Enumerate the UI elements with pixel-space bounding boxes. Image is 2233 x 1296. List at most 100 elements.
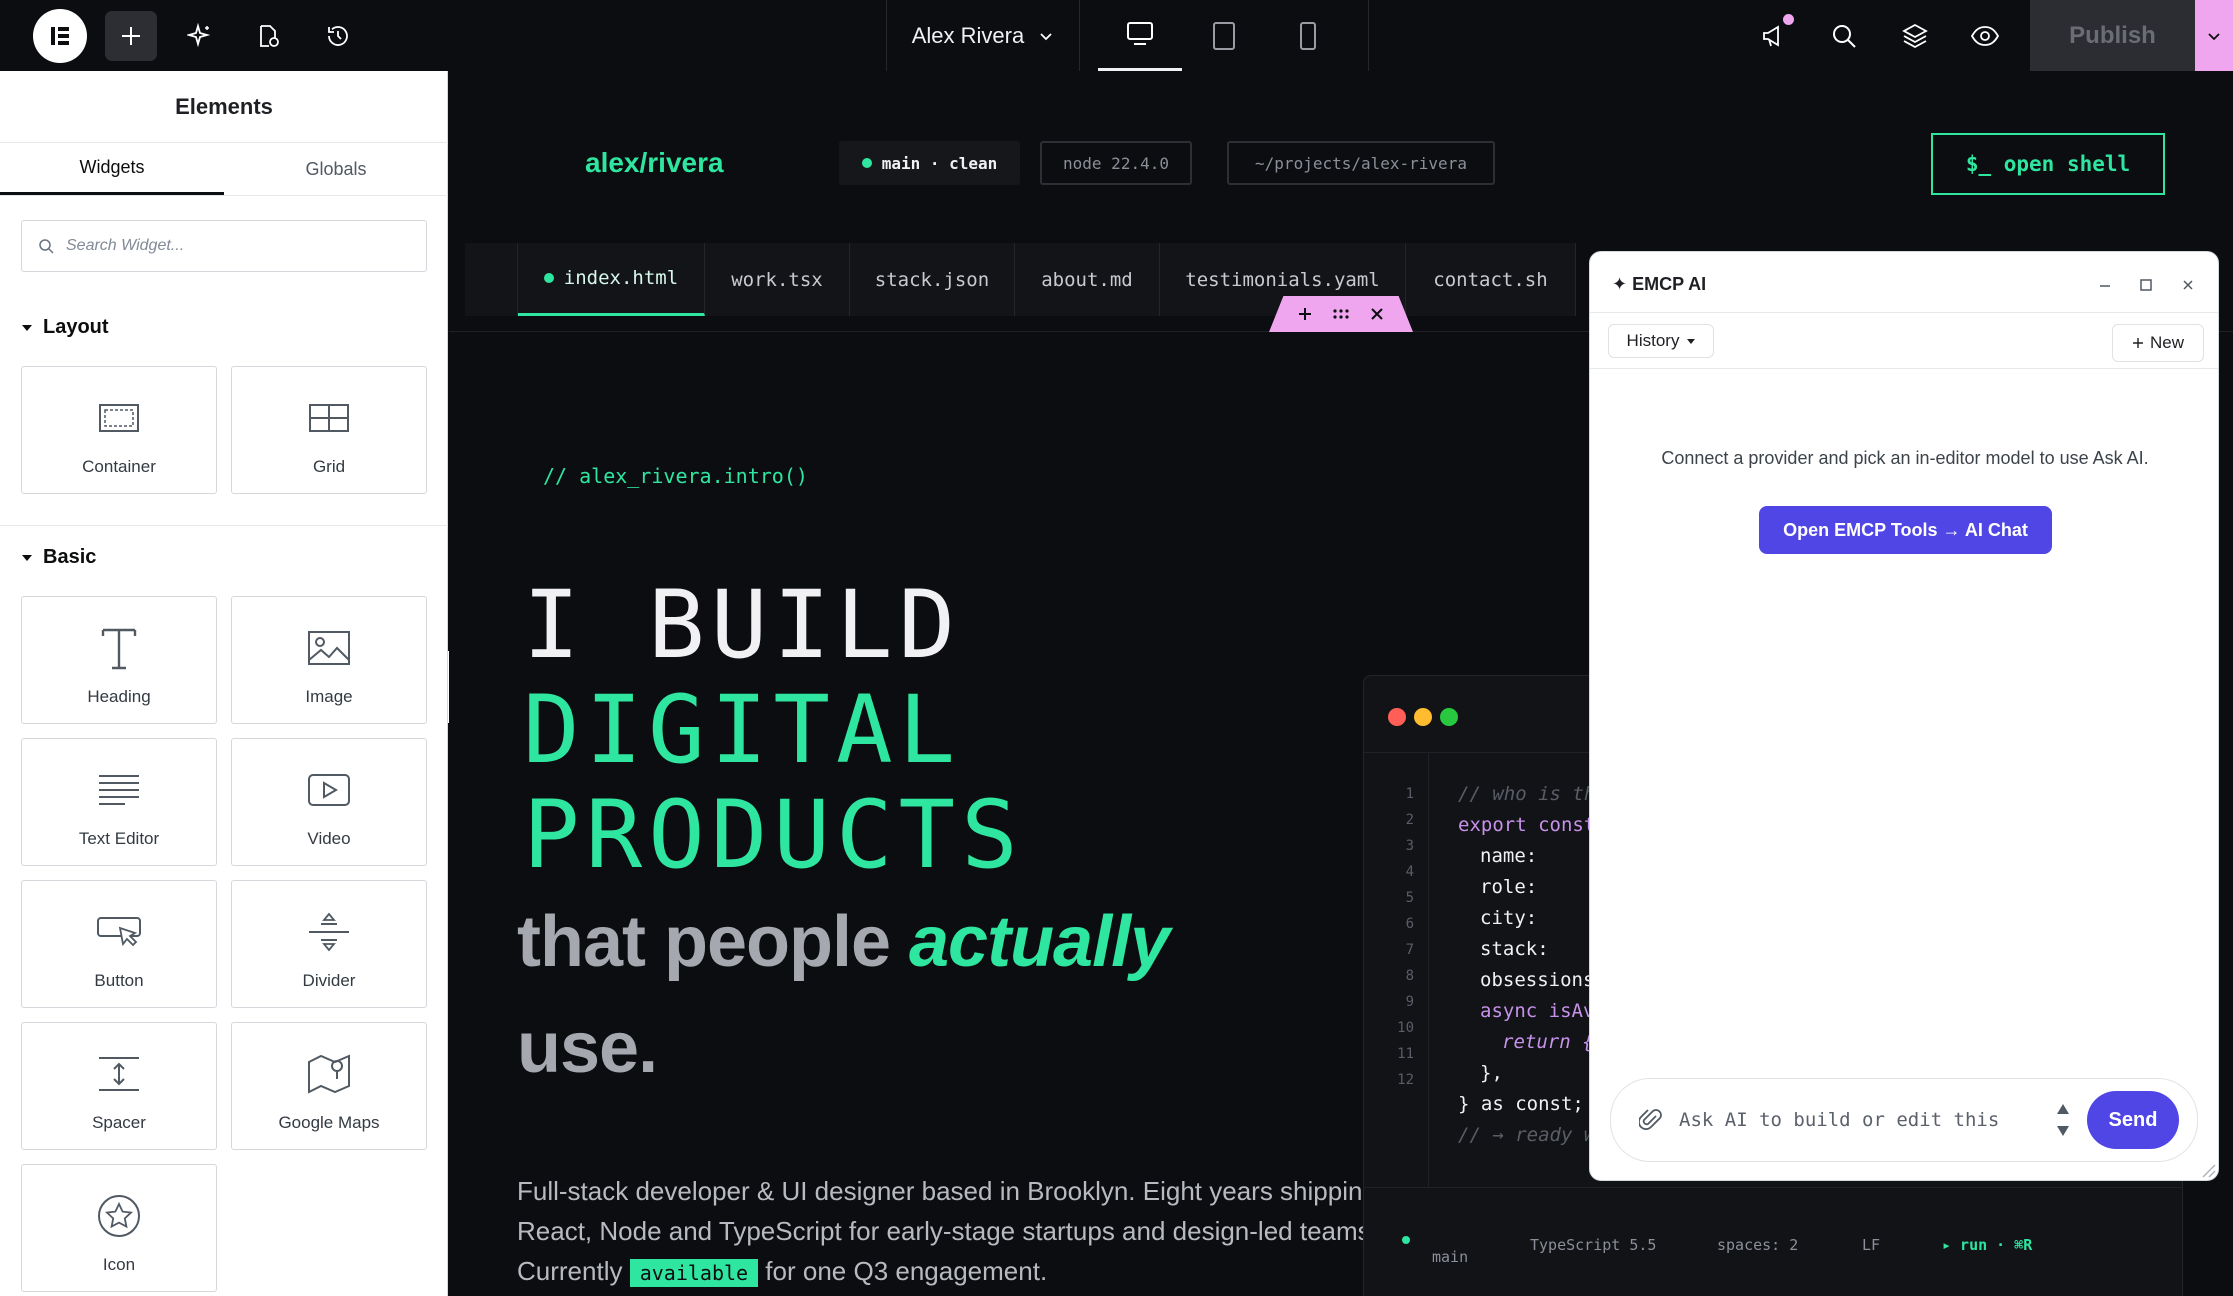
code-line: export const bbox=[1458, 814, 1596, 836]
panel-title: Elements bbox=[0, 71, 448, 143]
tablet-icon bbox=[1213, 21, 1235, 50]
paperclip-icon[interactable] bbox=[1639, 1107, 1663, 1133]
active-dot bbox=[543, 273, 554, 283]
code-line: city: bbox=[1480, 907, 1538, 929]
user-selector[interactable]: Alex Rivera bbox=[886, 0, 1080, 71]
tab-widgets[interactable]: Widgets bbox=[0, 143, 224, 195]
text-editor-icon bbox=[92, 763, 146, 817]
widget-text-editor[interactable]: Text Editor bbox=[21, 738, 217, 866]
code-line: role: bbox=[1480, 876, 1538, 898]
intro-comment: // alex_rivera.intro() bbox=[543, 464, 808, 488]
gutter-divider bbox=[1428, 752, 1429, 1187]
layers-icon[interactable] bbox=[1891, 12, 1939, 60]
send-button[interactable]: Send bbox=[2087, 1091, 2179, 1149]
star-icon bbox=[92, 1189, 146, 1243]
widget-search[interactable] bbox=[21, 220, 427, 272]
ai-toolbar-divider bbox=[1590, 368, 2218, 369]
widget-image[interactable]: Image bbox=[231, 596, 427, 724]
hero-line-1: I BUILD bbox=[523, 571, 962, 680]
widget-button[interactable]: Button bbox=[21, 880, 217, 1008]
bio-text-end: for one Q3 engagement. bbox=[758, 1256, 1048, 1286]
section-layout[interactable]: Layout bbox=[21, 316, 109, 339]
site-brand[interactable]: alex/rivera bbox=[585, 147, 724, 179]
line-number: 10 bbox=[1397, 1020, 1414, 1036]
widget-container[interactable]: Container bbox=[21, 366, 217, 494]
line-number: 4 bbox=[1405, 864, 1414, 880]
mobile-icon bbox=[1300, 21, 1316, 50]
widget-icon[interactable]: Icon bbox=[21, 1164, 217, 1292]
subhero-line-1: that people actually bbox=[517, 901, 1170, 983]
history-dropdown[interactable]: History bbox=[1608, 324, 1714, 358]
mobile-view-button[interactable] bbox=[1266, 0, 1350, 71]
plus-icon[interactable] bbox=[1298, 307, 1312, 321]
tab-spacer bbox=[465, 243, 518, 316]
ai-sparkle-icon[interactable] bbox=[176, 12, 224, 60]
drag-handle-icon[interactable] bbox=[1332, 308, 1350, 320]
widget-label: Google Maps bbox=[278, 1113, 380, 1132]
widget-video[interactable]: Video bbox=[231, 738, 427, 866]
section-divider bbox=[0, 525, 448, 526]
tab-stack-json[interactable]: stack.json bbox=[850, 243, 1015, 316]
subhero-line-2: use. bbox=[517, 1008, 658, 1088]
maximize-button[interactable] bbox=[2131, 270, 2161, 300]
button-icon bbox=[92, 905, 146, 959]
tab-contact-sh[interactable]: contact.sh bbox=[1406, 243, 1576, 316]
tab-work-tsx[interactable]: work.tsx bbox=[705, 243, 850, 316]
elementor-logo-icon[interactable] bbox=[33, 9, 87, 63]
history-icon[interactable] bbox=[314, 12, 362, 60]
plus-icon bbox=[122, 27, 140, 45]
close-button[interactable] bbox=[2173, 270, 2203, 300]
code-line: obsessions bbox=[1480, 969, 1595, 991]
maximize-icon bbox=[2140, 279, 2152, 291]
publish-options-button[interactable] bbox=[2195, 0, 2233, 71]
widget-divider[interactable]: Divider bbox=[231, 880, 427, 1008]
tab-label: index.html bbox=[563, 267, 679, 289]
bio-paragraph: Full-stack developer & UI designer based… bbox=[517, 1171, 1387, 1293]
tablet-view-button[interactable] bbox=[1182, 0, 1266, 71]
maximize-dot-icon bbox=[1440, 708, 1458, 726]
video-icon bbox=[302, 763, 356, 817]
run-button[interactable]: ▸ run · ⌘R bbox=[1942, 1236, 2032, 1254]
page-settings-icon[interactable] bbox=[244, 12, 292, 60]
ai-composer: Send bbox=[1610, 1078, 2198, 1162]
new-chat-button[interactable]: New bbox=[2112, 324, 2204, 362]
stepper-arrows-icon[interactable] bbox=[2055, 1094, 2071, 1146]
open-shell-button[interactable]: $_ open shell bbox=[1931, 133, 2165, 195]
close-icon bbox=[2183, 280, 2193, 290]
widget-google-maps[interactable]: Google Maps bbox=[231, 1022, 427, 1150]
minimize-button[interactable] bbox=[2090, 270, 2120, 300]
open-emcp-tools-button[interactable]: Open EMCP Tools → AI Chat bbox=[1759, 506, 2052, 554]
hero-line-3: PRODUCTS bbox=[523, 781, 1024, 890]
search-icon[interactable] bbox=[1820, 12, 1868, 60]
eye-icon[interactable] bbox=[1961, 12, 2009, 60]
caret-down-icon bbox=[1687, 339, 1696, 344]
desktop-view-button[interactable] bbox=[1098, 0, 1182, 71]
widget-spacer[interactable]: Spacer bbox=[21, 1022, 217, 1150]
section-basic[interactable]: Basic bbox=[21, 546, 96, 569]
spacer-icon bbox=[92, 1047, 146, 1101]
history-label: History bbox=[1626, 331, 1680, 350]
element-handle[interactable] bbox=[1269, 296, 1413, 332]
tab-about-md[interactable]: about.md bbox=[1015, 243, 1160, 316]
toolbar-divider bbox=[1368, 0, 1369, 71]
line-number: 5 bbox=[1405, 890, 1414, 906]
widget-grid[interactable]: Grid bbox=[231, 366, 427, 494]
availability-badge: available bbox=[629, 1259, 759, 1287]
add-element-button[interactable] bbox=[105, 11, 157, 61]
plus-icon bbox=[2132, 338, 2143, 348]
notification-dot bbox=[1783, 14, 1794, 25]
tab-index-html[interactable]: index.html bbox=[518, 243, 705, 316]
line-number: 7 bbox=[1405, 942, 1414, 958]
search-input[interactable] bbox=[66, 237, 406, 255]
close-icon[interactable] bbox=[1370, 307, 1384, 321]
widget-heading[interactable]: Heading bbox=[21, 596, 217, 724]
widget-label: Image bbox=[305, 687, 353, 706]
publish-button[interactable]: Publish bbox=[2030, 0, 2195, 71]
widget-label: Button bbox=[94, 971, 144, 990]
ai-prompt-input[interactable] bbox=[1679, 1109, 2039, 1131]
resize-handle-icon[interactable] bbox=[2198, 1160, 2216, 1178]
status-branch: main bbox=[1432, 1248, 1469, 1266]
section-label: Layout bbox=[43, 316, 109, 338]
tab-globals[interactable]: Globals bbox=[224, 143, 448, 195]
hero-line-2: DIGITAL bbox=[523, 676, 962, 785]
